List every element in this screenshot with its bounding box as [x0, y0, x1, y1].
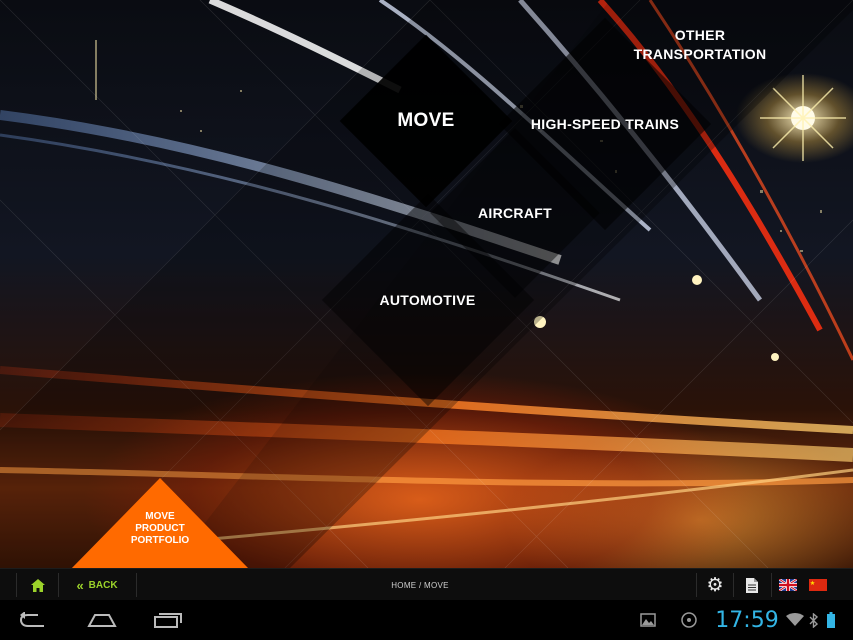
battery-icon [827, 612, 835, 628]
china-flag-icon [809, 579, 827, 591]
nav-back-button[interactable] [10, 600, 54, 640]
document-icon [746, 577, 758, 593]
language-english-button[interactable] [776, 569, 800, 601]
back-chevron-icon: « [76, 577, 83, 593]
disc-icon [681, 612, 697, 628]
back-label: BACK [88, 579, 118, 591]
wifi-status [783, 600, 807, 640]
nav-home-icon [87, 614, 117, 627]
toolbar-divider [58, 573, 59, 597]
portfolio-button[interactable]: MOVE PRODUCT PORTFOLIO [72, 478, 248, 568]
tile-automotive[interactable]: AUTOMOTIVE [321, 193, 534, 407]
toolbar-divider [136, 573, 137, 597]
nav-back-icon [19, 612, 44, 627]
tile-other-line1: OTHER [674, 27, 726, 43]
tile-trains-label: HIGH-SPEED TRAINS [530, 116, 680, 132]
tile-other-line2: TRANSPORTATION [633, 46, 767, 62]
tile-aircraft-label: AIRCRAFT [478, 204, 552, 221]
uk-flag-icon [779, 579, 797, 591]
battery-status [824, 600, 838, 640]
gallery-notification[interactable] [636, 600, 660, 640]
gallery-icon [640, 613, 656, 627]
app-toolbar: « BACK HOME / MOVE ⚙ [0, 568, 853, 600]
home-icon [31, 578, 45, 592]
toolbar-divider [771, 573, 772, 597]
toolbar-divider [733, 573, 734, 597]
nav-home-button[interactable] [80, 600, 124, 640]
hero-background: MOVE HIGH-SPEED TRAINS OTHER TRANSPORTAT… [0, 0, 853, 568]
tile-move-label: MOVE [397, 110, 455, 131]
wifi-icon [786, 613, 804, 626]
tile-automotive-label: AUTOMOTIVE [379, 292, 476, 308]
language-chinese-button[interactable] [806, 569, 830, 601]
media-notification[interactable] [678, 600, 700, 640]
status-clock: 17:59 [715, 607, 779, 633]
system-navigation-bar: 17:59 [0, 600, 853, 640]
toolbar-divider [16, 573, 17, 597]
bluetooth-status [806, 600, 820, 640]
settings-button[interactable]: ⚙ [700, 569, 730, 601]
nav-recent-apps-button[interactable] [146, 600, 190, 640]
portfolio-line2: PRODUCT [135, 523, 185, 534]
document-button[interactable] [737, 569, 767, 601]
toolbar-divider [696, 573, 697, 597]
back-button[interactable]: « BACK [64, 569, 130, 601]
bluetooth-icon [809, 612, 818, 628]
home-button[interactable] [22, 569, 54, 601]
breadcrumb: HOME / MOVE [391, 580, 449, 590]
portfolio-line1: MOVE [145, 511, 175, 522]
portfolio-label: MOVE PRODUCT PORTFOLIO [72, 511, 248, 547]
portfolio-line3: PORTFOLIO [130, 535, 190, 546]
tile-other-label: OTHER TRANSPORTATION [634, 26, 767, 64]
nav-recent-icon [154, 613, 182, 628]
tile-other-transportation[interactable]: OTHER TRANSPORTATION [600, 0, 800, 90]
gear-icon: ⚙ [706, 574, 724, 596]
